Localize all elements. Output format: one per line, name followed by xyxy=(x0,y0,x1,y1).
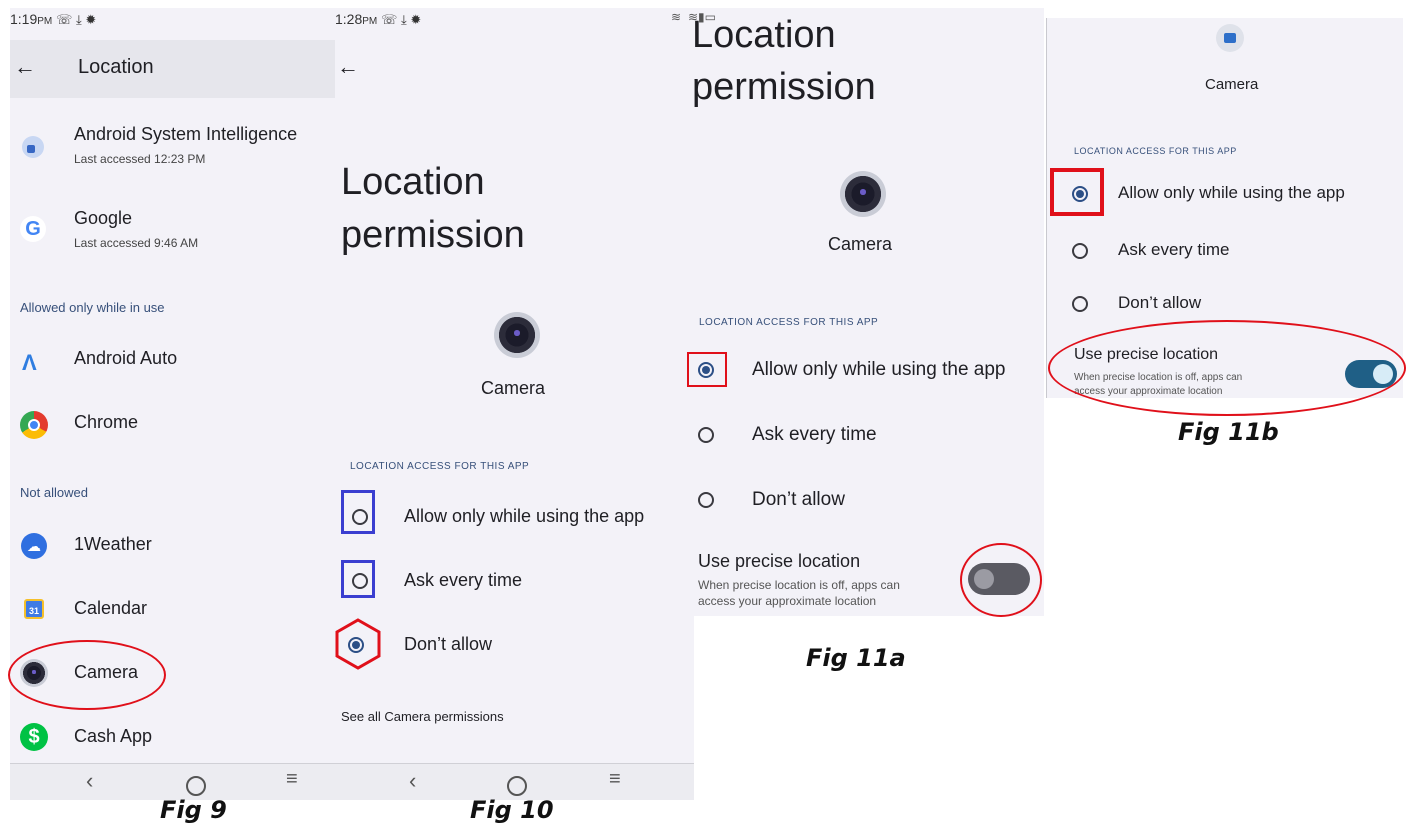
option-allow-while-using[interactable]: Allow only while using the app xyxy=(335,501,694,535)
app-name: Android Auto xyxy=(74,348,178,368)
android-system-intelligence-icon xyxy=(22,136,44,158)
section-header: LOCATION ACCESS FOR THIS APP xyxy=(1074,146,1237,156)
option-ask-every-time[interactable]: Ask every time xyxy=(1046,235,1403,269)
back-arrow-icon[interactable]: ← xyxy=(14,54,36,80)
camera-app-icon xyxy=(840,171,886,217)
system-nav-bar: ‹ ≡ xyxy=(335,763,694,800)
annotation-red-hexagon xyxy=(335,618,381,670)
annotation-red-ellipse xyxy=(8,640,166,710)
option-label: Don’t allow xyxy=(404,634,493,654)
page-title: Location xyxy=(78,56,154,78)
option-label: Ask every time xyxy=(1118,240,1230,259)
last-accessed: Last accessed 9:46 AM xyxy=(74,236,199,250)
list-item[interactable]: $ Cash App xyxy=(10,720,335,760)
fig11a-caption: Fig 11a xyxy=(806,644,906,672)
camera-app-icon xyxy=(494,312,540,358)
status-time: 1:28 xyxy=(335,11,363,27)
annotation-red-ellipse xyxy=(1048,320,1406,416)
list-item[interactable]: 31 Calendar xyxy=(10,592,335,632)
app-name: 1Weather xyxy=(74,534,152,554)
option-label: Allow only while using the app xyxy=(404,506,645,526)
annotation-red-box xyxy=(687,352,727,387)
radio-button[interactable] xyxy=(1072,243,1088,259)
option-dont-allow[interactable]: Don’t allow xyxy=(688,484,1044,518)
annotation-blue-box xyxy=(341,560,375,598)
app-name: Calendar xyxy=(74,598,148,618)
list-item[interactable]: Λ Android Auto xyxy=(10,342,335,382)
option-ask-every-time[interactable]: Ask every time xyxy=(688,419,1044,453)
nav-menu-icon[interactable]: ≡ xyxy=(609,768,621,791)
android-auto-icon: Λ xyxy=(22,350,37,375)
status-ampm: PM xyxy=(37,16,53,27)
google-icon: G xyxy=(20,216,46,242)
annotation-red-box xyxy=(1050,168,1104,216)
section-header-not-allowed: Not allowed xyxy=(20,485,88,500)
precise-location-desc: When precise location is off, apps can xyxy=(698,578,900,592)
system-nav-bar: ‹ ≡ xyxy=(10,763,335,800)
nav-back-icon[interactable]: ‹ xyxy=(409,768,416,794)
nav-menu-icon[interactable]: ≡ xyxy=(286,768,298,791)
last-accessed: Last accessed 12:23 PM xyxy=(74,152,206,166)
app-name: Android System Intelligence xyxy=(74,124,298,144)
app-name: Camera xyxy=(1205,76,1259,93)
annotation-blue-box xyxy=(341,490,375,534)
fig10-caption: Fig 10 xyxy=(470,796,554,824)
option-label: Ask every time xyxy=(752,424,877,445)
nav-home-icon[interactable] xyxy=(186,776,206,796)
precise-location-title: Use precise location xyxy=(698,551,861,571)
nav-back-icon[interactable]: ‹ xyxy=(86,768,93,794)
app-name: Camera xyxy=(481,378,546,398)
app-name: Camera xyxy=(828,234,893,254)
page-title-line2: permission xyxy=(692,66,876,108)
see-all-permissions-link[interactable]: See all Camera permissions xyxy=(341,709,504,724)
radio-button[interactable] xyxy=(698,427,714,443)
list-item[interactable]: Chrome xyxy=(10,406,335,446)
calendar-icon: 31 xyxy=(24,599,44,619)
camera-app-icon xyxy=(1216,24,1244,52)
annotation-red-ellipse xyxy=(960,543,1042,617)
app-name: Google xyxy=(74,208,133,228)
fig11a-screen: ≋▮▭ Location permission Camera LOCATION … xyxy=(688,8,1044,616)
radio-button[interactable] xyxy=(698,492,714,508)
fig10-screen: 1:28PM ☏ ⤓ ✹ ≋ ← Location permission Cam… xyxy=(335,8,694,800)
fig9-caption: Fig 9 xyxy=(160,796,227,824)
fig11b-caption: Fig 11b xyxy=(1178,418,1279,446)
option-label: Allow only while using the app xyxy=(752,359,1006,380)
option-label: Don’t allow xyxy=(1118,293,1202,312)
radio-button[interactable] xyxy=(1072,296,1088,312)
list-item[interactable]: ☁ 1Weather xyxy=(10,528,335,568)
list-item[interactable]: G Google Last accessed 9:46 AM xyxy=(10,202,335,262)
page-title-line1: Location xyxy=(341,161,485,203)
section-header-allowed: Allowed only while in use xyxy=(20,300,165,315)
status-time: 1:19 xyxy=(10,11,38,27)
page-title-line1: Location xyxy=(692,14,836,56)
status-bar: 1:19PM ☏ ⤓ ✹ xyxy=(10,11,96,28)
option-ask-every-time[interactable]: Ask every time xyxy=(335,565,694,599)
page-title-line2: permission xyxy=(341,214,525,256)
weather-icon: ☁ xyxy=(21,533,47,559)
option-dont-allow[interactable]: Don’t allow xyxy=(335,629,694,663)
option-label: Don’t allow xyxy=(752,489,845,510)
app-name: Cash App xyxy=(74,726,153,746)
chrome-icon xyxy=(20,411,48,439)
app-name: Chrome xyxy=(74,412,139,432)
section-header: LOCATION ACCESS FOR THIS APP xyxy=(350,461,530,472)
section-header: LOCATION ACCESS FOR THIS APP xyxy=(699,317,879,328)
option-dont-allow[interactable]: Don’t allow xyxy=(1046,288,1403,322)
cash-app-icon: $ xyxy=(20,723,48,751)
nav-home-icon[interactable] xyxy=(507,776,527,796)
option-label: Allow only while using the app xyxy=(1118,183,1345,202)
status-icons: ☏ ⤓ ✹ xyxy=(381,12,422,27)
back-arrow-icon[interactable]: ← xyxy=(337,54,359,80)
status-signal-icon: ≋ xyxy=(671,10,682,24)
status-ampm: PM xyxy=(362,16,378,27)
list-item[interactable]: Android System Intelligence Last accesse… xyxy=(10,118,335,178)
status-bar: 1:28PM ☏ ⤓ ✹ xyxy=(335,11,421,28)
option-label: Ask every time xyxy=(404,570,523,590)
app-bar xyxy=(10,40,335,98)
precise-location-desc: access your approximate location xyxy=(698,594,877,608)
status-icons: ☏ ⤓ ✹ xyxy=(56,12,97,27)
option-allow-while-using[interactable]: Allow only while using the app xyxy=(688,354,1044,388)
